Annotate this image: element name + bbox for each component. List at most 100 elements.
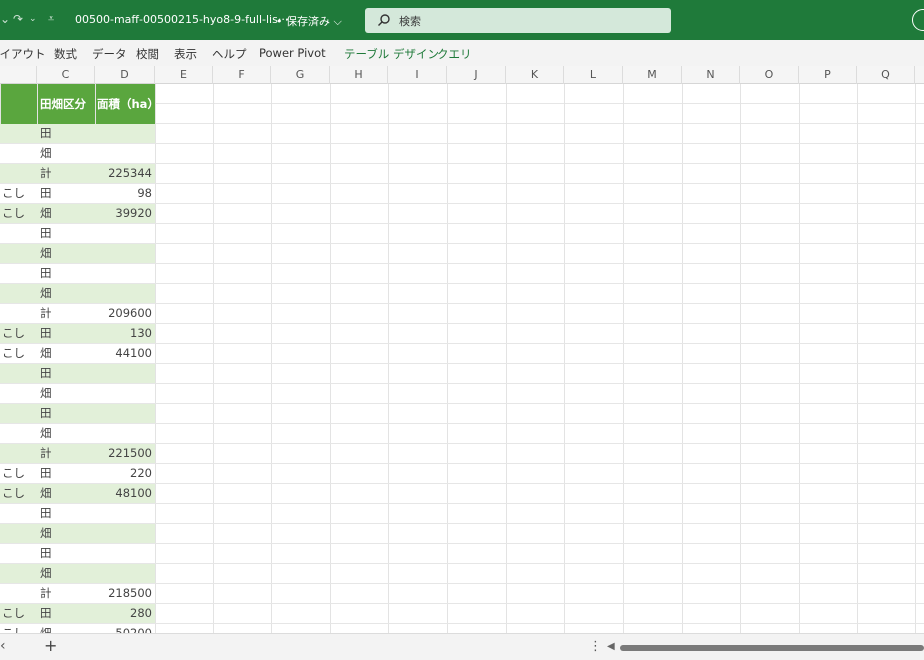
tab-help[interactable]: ヘルプ [212,46,247,62]
cell-field-type[interactable]: 畑 [40,204,94,223]
cell-area[interactable]: 98 [95,184,152,203]
cell-field-type[interactable]: 畑 [40,344,94,363]
column-header-m[interactable]: M [623,66,682,84]
undo-dropdown-icon[interactable]: ⌄ [0,12,10,26]
cell-field-type[interactable]: 畑 [40,564,94,583]
cell-field-type[interactable]: 畑 [40,484,94,503]
cell-field-type[interactable]: 田 [40,224,94,243]
cell-area[interactable] [95,404,152,423]
cell-area[interactable] [95,364,152,383]
cell-area[interactable]: 280 [95,604,152,623]
cell-area[interactable] [95,244,152,263]
cell-field-type[interactable]: 田 [40,404,94,423]
cell-crop[interactable]: こし [2,484,36,503]
column-header-d[interactable]: D [95,66,155,84]
column-header-q[interactable]: Q [857,66,915,84]
cell-field-type[interactable]: 計 [40,584,94,603]
cell-crop[interactable]: こし [2,184,36,203]
cell-crop[interactable] [2,304,36,323]
cell-area[interactable] [95,564,152,583]
cell-area[interactable] [95,504,152,523]
column-header-k[interactable]: K [506,66,564,84]
cell-crop[interactable]: こし [2,204,36,223]
chevron-left-icon[interactable]: ‹ [0,638,6,654]
tab-table-design[interactable]: テーブル デザイン [344,46,439,62]
cell-field-type[interactable]: 計 [40,444,94,463]
customize-icon[interactable]: ⩡ [48,12,54,26]
cell-crop[interactable] [2,284,36,303]
cell-crop[interactable] [2,244,36,263]
cell-area[interactable]: 221500 [95,444,152,463]
cell-field-type[interactable]: 計 [40,304,94,323]
horizontal-scrollbar[interactable] [620,645,924,651]
cell-field-type[interactable]: 田 [40,124,94,143]
cell-field-type[interactable]: 田 [40,604,94,623]
save-status[interactable]: • 保存済み ⌵ [276,13,342,29]
cell-field-type[interactable]: 畑 [40,524,94,543]
column-header-p[interactable]: P [799,66,857,84]
column-header-g[interactable]: G [271,66,330,84]
cell-area[interactable] [95,524,152,543]
column-header-n[interactable]: N [682,66,740,84]
tab-review[interactable]: 校閲 [136,46,159,62]
cell-area[interactable]: 130 [95,324,152,343]
chevron-down-icon[interactable]: ⌄ [29,14,37,24]
cell-field-type[interactable]: 田 [40,324,94,343]
cell-field-type[interactable]: 田 [40,464,94,483]
scroll-left-icon[interactable]: ◀ [607,641,615,652]
cell-area[interactable] [95,124,152,143]
cell-area[interactable]: 50200 [95,624,152,633]
tab-view[interactable]: 表示 [174,46,197,62]
cell-area[interactable] [95,384,152,403]
cell-area[interactable] [95,284,152,303]
cell-crop[interactable] [2,544,36,563]
cell-area[interactable]: 218500 [95,584,152,603]
column-header-l[interactable]: L [564,66,623,84]
cell-area[interactable]: 220 [95,464,152,483]
cell-area[interactable] [95,424,152,443]
avatar[interactable] [912,9,924,31]
cell-area[interactable] [95,264,152,283]
cell-field-type[interactable]: 田 [40,184,94,203]
cell-crop[interactable]: こし [2,604,36,623]
cell-field-type[interactable]: 計 [40,164,94,183]
cell-crop[interactable] [2,404,36,423]
header-field-type[interactable]: 田畑区分 [40,96,86,112]
redo-icon[interactable]: ↷ [13,12,23,26]
cell-crop[interactable] [2,504,36,523]
cell-field-type[interactable]: 畑 [40,144,94,163]
tab-query[interactable]: クエリ [437,46,472,62]
column-header-j[interactable]: J [447,66,506,84]
tab-power-pivot[interactable]: Power Pivot [259,46,326,60]
cell-crop[interactable]: こし [2,464,36,483]
cell-crop[interactable]: こし [2,624,36,633]
cell-field-type[interactable]: 畑 [40,624,94,633]
search-box[interactable]: 検索 [365,8,671,33]
tab-data[interactable]: データ [92,46,127,62]
cell-field-type[interactable]: 畑 [40,424,94,443]
cell-field-type[interactable]: 田 [40,544,94,563]
cell-field-type[interactable]: 畑 [40,384,94,403]
cell-area[interactable] [95,544,152,563]
header-area[interactable]: 面積（ha） [97,96,159,112]
cell-area[interactable]: 44100 [95,344,152,363]
cell-crop[interactable] [2,524,36,543]
cell-crop[interactable]: こし [2,344,36,363]
cell-crop[interactable] [2,364,36,383]
cell-crop[interactable] [2,224,36,243]
tab-formulas[interactable]: 数式 [54,46,77,62]
cell-crop[interactable] [2,144,36,163]
cell-crop[interactable] [2,164,36,183]
cell-crop[interactable] [2,564,36,583]
worksheet-grid[interactable]: 田畑区分 面積（ha） 田畑計 225344 こし田 98 こし畑 39920 田畑田畑計 2… [0,84,924,633]
cell-crop[interactable] [2,264,36,283]
cell-area[interactable]: 225344 [95,164,152,183]
column-header-c[interactable]: C [37,66,95,84]
cell-crop[interactable] [2,124,36,143]
cell-area[interactable]: 209600 [95,304,152,323]
cell-crop[interactable] [2,424,36,443]
column-header-i[interactable]: I [388,66,447,84]
cell-crop[interactable]: こし [2,324,36,343]
cell-field-type[interactable]: 畑 [40,284,94,303]
tab-page-layout[interactable]: レイアウト [0,46,46,62]
